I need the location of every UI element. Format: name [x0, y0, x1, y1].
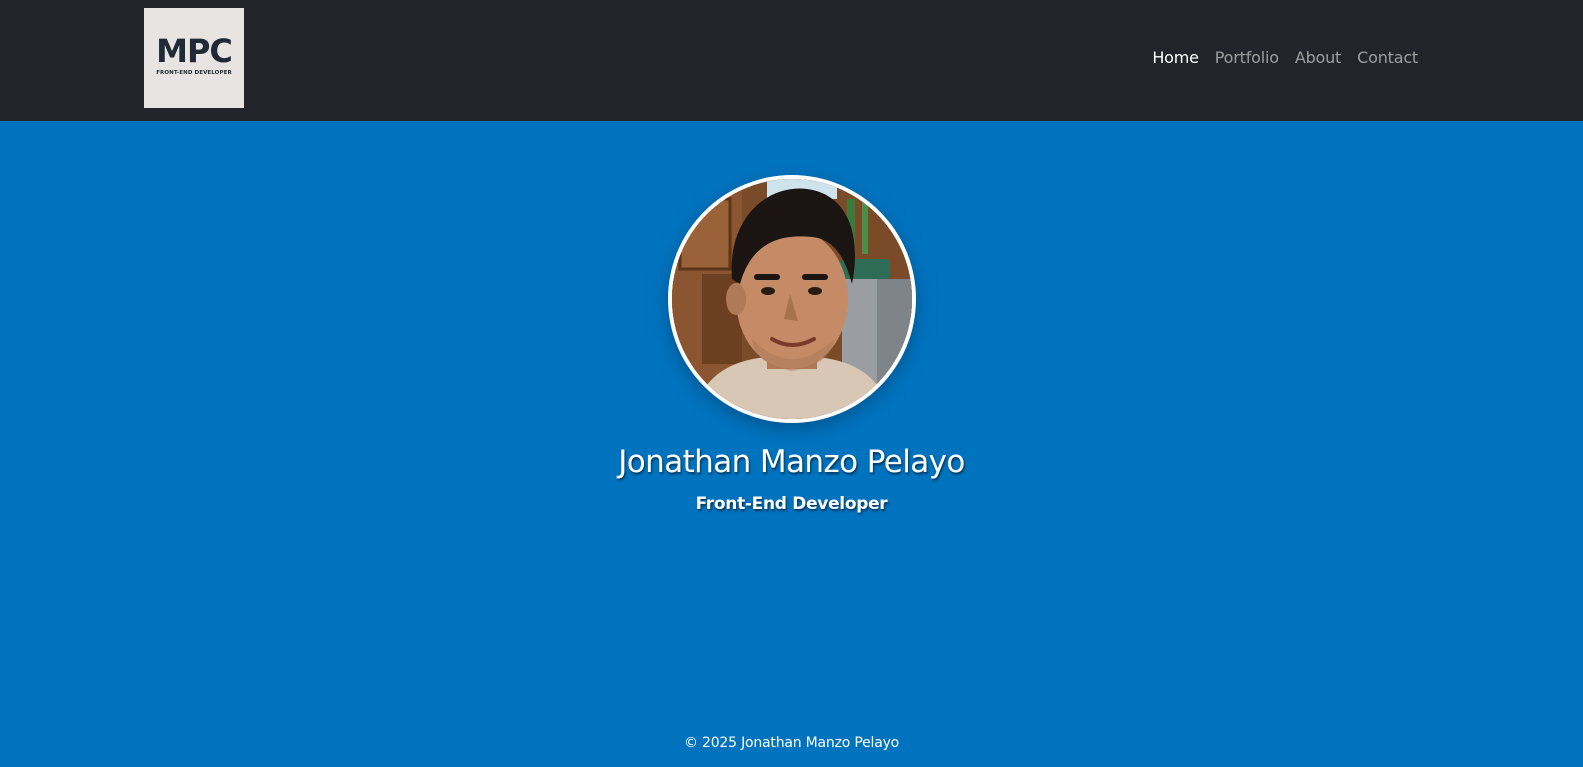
page: MPC FRONT-END DEVELOPER Home Portfolio A…: [0, 0, 1583, 767]
nav-link-home[interactable]: Home: [1152, 48, 1199, 67]
nav-link-portfolio[interactable]: Portfolio: [1215, 48, 1279, 67]
navbar: MPC FRONT-END DEVELOPER Home Portfolio A…: [0, 0, 1583, 121]
nav-item-portfolio: Portfolio: [1215, 47, 1279, 69]
profile-photo-illustration: [672, 179, 912, 419]
hero-name: Jonathan Manzo Pelayo: [618, 444, 965, 480]
nav-item-contact: Contact: [1357, 47, 1418, 69]
profile-photo: [672, 179, 912, 419]
nav-item-about: About: [1295, 47, 1342, 69]
footer-copyright: © 2025 Jonathan Manzo Pelayo: [683, 735, 900, 751]
logo-mark: MPC: [156, 32, 233, 70]
nav-link-about[interactable]: About: [1295, 48, 1342, 67]
logo-subtitle: FRONT-END DEVELOPER: [156, 70, 232, 76]
logo-link[interactable]: MPC FRONT-END DEVELOPER: [144, 8, 244, 108]
nav-menu: Home Portfolio About Contact: [1152, 47, 1418, 69]
nav-link-contact[interactable]: Contact: [1357, 48, 1418, 67]
nav-item-home: Home: [1152, 47, 1199, 69]
avatar-frame: [668, 175, 916, 423]
hero-role: Front-End Developer: [695, 494, 888, 514]
